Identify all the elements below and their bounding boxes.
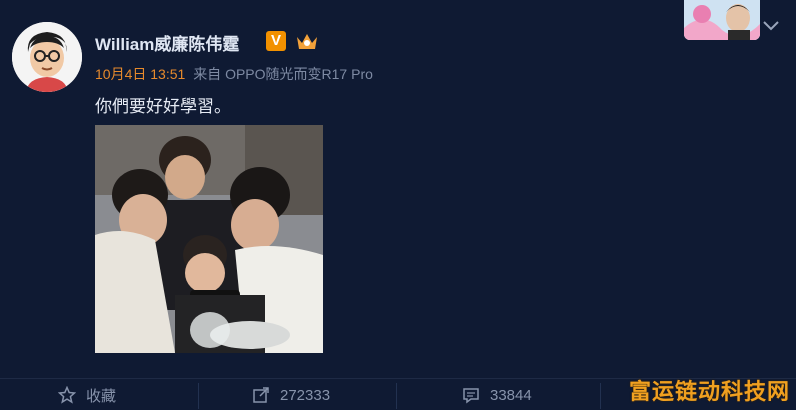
comment-count: 33844 [490, 386, 532, 404]
verified-badge: V [266, 31, 286, 51]
star-icon [58, 386, 76, 404]
post-text: 你們要好好學習。 [95, 97, 231, 116]
repost-count: 272333 [280, 386, 331, 404]
post-meta: 10月4日 13:51 来自 OPPO随光而变R17 Pro [95, 64, 373, 84]
post-source: 来自 OPPO随光而变R17 Pro [193, 66, 373, 82]
divider [396, 383, 397, 409]
avatar[interactable] [12, 22, 82, 92]
crown-icon [297, 34, 317, 49]
post-photo[interactable] [95, 125, 323, 353]
share-icon [253, 387, 269, 403]
chevron-down-icon[interactable] [762, 20, 780, 32]
divider [198, 383, 199, 409]
promo-banner[interactable] [684, 0, 760, 40]
favorite-label: 收藏 [86, 387, 117, 405]
comment-button[interactable]: 33844 [462, 379, 532, 410]
post-date[interactable]: 10月4日 13:51 [95, 66, 185, 82]
weibo-post: William威廉陈伟霆 V 10月4日 13:51 来自 OPPO随光而变R1… [0, 0, 796, 410]
divider [600, 383, 601, 409]
watermark: 富运链动科技网 [628, 379, 790, 404]
repost-button[interactable]: 272333 [252, 379, 330, 410]
favorite-button[interactable]: 收藏 [58, 379, 116, 410]
username[interactable]: William威廉陈伟霆 [95, 30, 239, 55]
comment-icon [463, 388, 479, 404]
